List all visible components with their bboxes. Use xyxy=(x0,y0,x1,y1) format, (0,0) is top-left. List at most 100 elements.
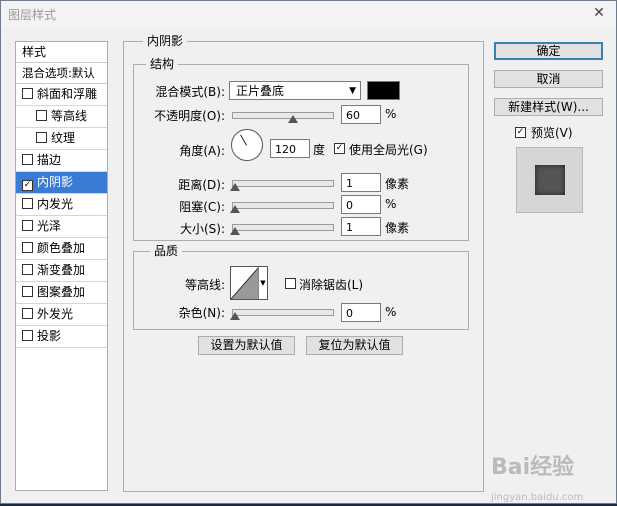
style-item-checkbox[interactable]: ✓ xyxy=(22,180,33,191)
style-item-checkbox[interactable] xyxy=(22,286,33,297)
noise-slider[interactable] xyxy=(232,309,334,316)
style-item[interactable]: ✓ 内阴影 xyxy=(16,172,107,194)
angle-input[interactable]: 120 xyxy=(270,139,310,158)
preview-swatch xyxy=(535,165,565,195)
style-item-label: 描边 xyxy=(37,153,62,167)
style-item[interactable]: 图案叠加 xyxy=(16,282,107,304)
new-style-button[interactable]: 新建样式(W)... xyxy=(494,98,603,116)
size-slider-thumb[interactable] xyxy=(230,227,240,235)
noise-label: 杂色(N): xyxy=(178,306,225,320)
style-item-label: 等高线 xyxy=(51,109,88,123)
blend-mode-label: 混合模式(B): xyxy=(155,85,225,99)
style-item-label: 内发光 xyxy=(37,197,74,211)
style-item-label: 纹理 xyxy=(51,131,76,145)
watermark-brand: Bai xyxy=(491,455,531,480)
style-item[interactable]: 纹理 xyxy=(16,128,107,150)
opacity-unit: % xyxy=(385,107,397,121)
distance-label: 距离(D): xyxy=(178,178,225,192)
style-item-label: 图案叠加 xyxy=(37,285,86,299)
style-item-checkbox[interactable] xyxy=(22,154,33,165)
contour-picker[interactable]: ▼ xyxy=(230,266,268,300)
blend-mode-select[interactable]: 正片叠底 ▼ xyxy=(229,81,361,100)
choke-slider-thumb[interactable] xyxy=(230,205,240,213)
quality-title: 品质 xyxy=(150,244,183,258)
choke-unit: % xyxy=(385,197,397,211)
layer-style-dialog: 图层样式 ✕ 样式 混合选项:默认 斜面和浮雕等高线纹理描边 ✓ 内阴影内发光光泽颜… xyxy=(0,0,617,504)
noise-unit: % xyxy=(385,305,397,319)
style-preview xyxy=(516,147,583,213)
quality-group: 品质 等高线: ▼ 消除锯齿(L) 杂色(N): 0 % xyxy=(133,244,469,330)
style-item-checkbox[interactable] xyxy=(36,110,47,121)
reset-default-button[interactable]: 复位为默认值 xyxy=(306,336,403,355)
title-bar: 图层样式 ✕ xyxy=(1,1,616,27)
choke-slider[interactable] xyxy=(232,202,334,209)
distance-slider[interactable] xyxy=(232,180,334,187)
distance-input[interactable]: 1 xyxy=(341,173,381,192)
preview-checkbox[interactable]: ✓ xyxy=(515,127,526,138)
window-title: 图层样式 xyxy=(8,8,57,22)
antialias-checkbox[interactable] xyxy=(285,278,296,289)
opacity-label: 不透明度(O): xyxy=(154,109,225,123)
distance-slider-thumb[interactable] xyxy=(230,183,240,191)
styles-list: 样式 混合选项:默认 斜面和浮雕等高线纹理描边 ✓ 内阴影内发光光泽颜色叠加渐变叠加… xyxy=(15,41,108,491)
blend-options-item[interactable]: 混合选项:默认 xyxy=(16,63,107,84)
global-light-label: 使用全局光(G) xyxy=(349,143,428,157)
style-item[interactable]: 外发光 xyxy=(16,304,107,326)
style-item-checkbox[interactable] xyxy=(22,264,33,275)
style-item-label: 外发光 xyxy=(37,307,74,321)
style-item[interactable]: 描边 xyxy=(16,150,107,172)
angle-dial[interactable] xyxy=(231,129,263,161)
ok-button[interactable]: 确定 xyxy=(494,42,603,60)
style-item-checkbox[interactable] xyxy=(22,88,33,99)
style-item[interactable]: 等高线 xyxy=(16,106,107,128)
structure-title: 结构 xyxy=(146,57,179,71)
noise-input[interactable]: 0 xyxy=(341,303,381,322)
close-icon[interactable]: ✕ xyxy=(590,4,608,22)
shadow-color-swatch[interactable] xyxy=(367,81,400,100)
section-title: 内阴影 xyxy=(143,34,188,48)
styles-header[interactable]: 样式 xyxy=(16,42,107,63)
watermark-brand2: 经验 xyxy=(530,455,575,480)
chevron-down-icon: ▼ xyxy=(349,86,356,96)
blend-mode-value: 正片叠底 xyxy=(236,84,285,98)
antialias-label: 消除锯齿(L) xyxy=(299,278,364,292)
inner-shadow-panel: 内阴影 结构 混合模式(B): 正片叠底 ▼ 不透明度(O): 60 % 角度(… xyxy=(123,34,484,492)
style-item[interactable]: 投影 xyxy=(16,326,107,348)
style-item-checkbox[interactable] xyxy=(36,132,47,143)
chevron-down-icon[interactable]: ▼ xyxy=(258,267,267,299)
opacity-slider-thumb[interactable] xyxy=(288,115,298,123)
opacity-input[interactable]: 60 xyxy=(341,105,381,124)
style-item-checkbox[interactable] xyxy=(22,220,33,231)
size-slider[interactable] xyxy=(232,224,334,231)
angle-label: 角度(A): xyxy=(179,144,225,158)
style-item-checkbox[interactable] xyxy=(22,242,33,253)
contour-curve-icon xyxy=(230,266,260,300)
set-default-button[interactable]: 设置为默认值 xyxy=(198,336,295,355)
contour-label: 等高线: xyxy=(184,278,225,292)
choke-input[interactable]: 0 xyxy=(341,195,381,214)
distance-unit: 像素 xyxy=(385,177,410,191)
watermark-url: jingyan.baidu.com xyxy=(491,492,584,503)
style-item[interactable]: 斜面和浮雕 xyxy=(16,84,107,106)
structure-group: 结构 混合模式(B): 正片叠底 ▼ 不透明度(O): 60 % 角度(A): … xyxy=(133,57,469,241)
size-input[interactable]: 1 xyxy=(341,217,381,236)
style-item[interactable]: 渐变叠加 xyxy=(16,260,107,282)
cancel-button[interactable]: 取消 xyxy=(494,70,603,88)
opacity-slider[interactable] xyxy=(232,112,334,119)
style-item-label: 光泽 xyxy=(37,219,62,233)
style-item-label: 投影 xyxy=(37,329,62,343)
style-item[interactable]: 颜色叠加 xyxy=(16,238,107,260)
angle-unit: 度 xyxy=(313,143,326,157)
size-unit: 像素 xyxy=(385,221,410,235)
style-item-checkbox[interactable] xyxy=(22,308,33,319)
style-item-label: 内阴影 xyxy=(37,175,74,189)
style-item-checkbox[interactable] xyxy=(22,330,33,341)
style-item-label: 颜色叠加 xyxy=(37,241,86,255)
preview-label: 预览(V) xyxy=(531,126,573,140)
style-item[interactable]: 内发光 xyxy=(16,194,107,216)
style-item[interactable]: 光泽 xyxy=(16,216,107,238)
style-item-label: 斜面和浮雕 xyxy=(37,87,98,101)
global-light-checkbox[interactable]: ✓ xyxy=(334,143,345,154)
style-item-checkbox[interactable] xyxy=(22,198,33,209)
noise-slider-thumb[interactable] xyxy=(230,312,240,320)
